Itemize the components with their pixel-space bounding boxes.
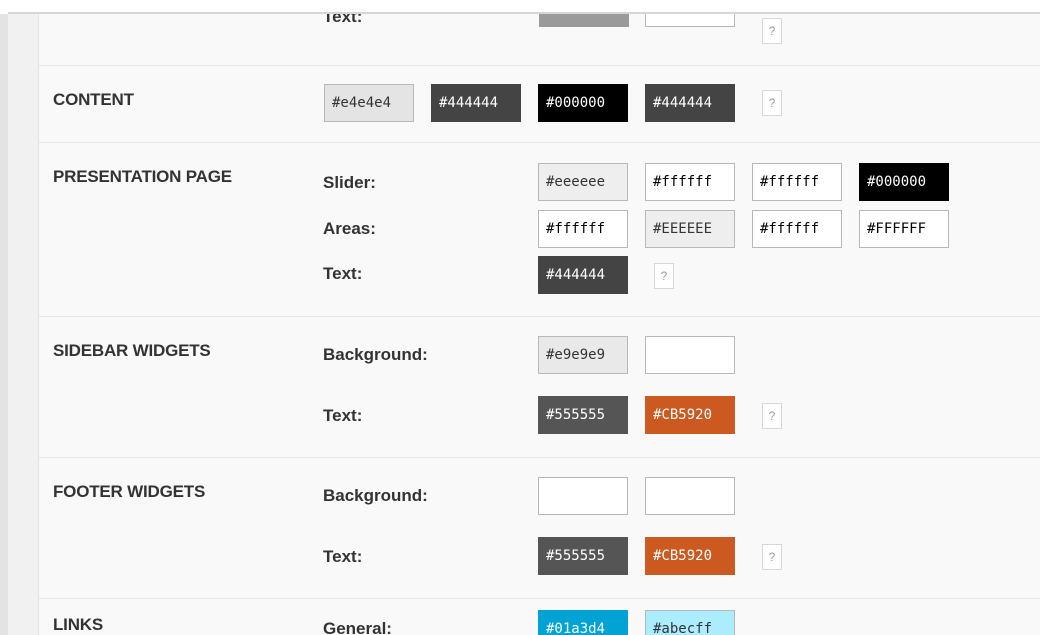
help-icon[interactable]: ? <box>762 18 782 44</box>
links-label: LINKS <box>53 615 104 634</box>
links-general-color-1[interactable]: #01a3d4 <box>538 610 628 635</box>
partial-text-color-2[interactable]: #ffffff <box>645 14 735 27</box>
links-general-color-2[interactable]: #abecff <box>645 610 735 635</box>
content-color-2[interactable]: #444444 <box>431 84 521 122</box>
sidebar-background-color-1[interactable]: #e9e9e9 <box>538 336 628 374</box>
right-frame-margin <box>1040 14 1052 635</box>
slider-color-4[interactable]: #000000 <box>859 163 949 201</box>
left-frame-border <box>0 14 8 635</box>
section-sidebar-widgets: SIDEBAR WIDGETS Background: #e9e9e9 Text… <box>39 316 1040 458</box>
areas-color-4[interactable]: #FFFFFF <box>859 210 949 248</box>
section-content: CONTENT #e4e4e4 #444444 #000000 #444444 … <box>39 65 1040 143</box>
section-footer-widgets: FOOTER WIDGETS Background: Text: #555555… <box>39 457 1040 599</box>
help-icon[interactable]: ? <box>654 263 674 289</box>
content-label: CONTENT <box>53 90 134 109</box>
areas-color-3[interactable]: #ffffff <box>752 210 842 248</box>
help-icon[interactable]: ? <box>762 90 782 116</box>
sidebar-background-color-2[interactable] <box>645 336 735 374</box>
color-settings-panel: Text: #555555 #ffffff ? CONTENT #e4e4e4 … <box>8 14 1040 635</box>
content-color-1[interactable]: #e4e4e4 <box>324 84 414 122</box>
footer-background-label: Background: <box>323 486 428 505</box>
slider-label: Slider: <box>323 173 376 192</box>
sidebar-text-color-1[interactable]: #555555 <box>538 396 628 434</box>
areas-label: Areas: <box>323 219 376 238</box>
presentation-text-label: Text: <box>323 264 363 283</box>
footer-background-color-2[interactable] <box>645 477 735 515</box>
slider-color-1[interactable]: #eeeeee <box>538 163 628 201</box>
presentation-text-color-1[interactable]: #444444 <box>538 256 628 294</box>
help-icon[interactable]: ? <box>762 544 782 570</box>
section-partial-top: Text: #555555 #ffffff ? <box>39 14 1040 55</box>
footer-text-color-1[interactable]: #555555 <box>538 537 628 575</box>
areas-color-1[interactable]: #ffffff <box>538 210 628 248</box>
partial-text-label: Text: <box>323 14 363 26</box>
sidebar-text-color-2[interactable]: #CB5920 <box>645 396 735 434</box>
content-color-3[interactable]: #000000 <box>538 84 628 122</box>
partial-text-color-1[interactable]: #555555 <box>539 14 629 27</box>
color-settings-list: Text: #555555 #ffffff ? CONTENT #e4e4e4 … <box>38 14 1040 635</box>
presentation-page-label: PRESENTATION PAGE <box>53 167 232 186</box>
section-links: LINKS General: #01a3d4 #abecff <box>39 598 1040 635</box>
links-general-label: General: <box>323 619 392 635</box>
footer-widgets-label: FOOTER WIDGETS <box>53 482 206 501</box>
help-icon[interactable]: ? <box>762 403 782 429</box>
footer-text-label: Text: <box>323 547 363 566</box>
slider-color-2[interactable]: #ffffff <box>645 163 735 201</box>
section-presentation-page: PRESENTATION PAGE Slider: #eeeeee #fffff… <box>39 142 1040 317</box>
sidebar-text-label: Text: <box>323 406 363 425</box>
footer-background-color-1[interactable] <box>538 477 628 515</box>
sidebar-background-label: Background: <box>323 345 428 364</box>
areas-color-2[interactable]: #EEEEEE <box>645 210 735 248</box>
content-color-4[interactable]: #444444 <box>645 84 735 122</box>
slider-color-3[interactable]: #ffffff <box>752 163 842 201</box>
sidebar-widgets-label: SIDEBAR WIDGETS <box>53 341 211 360</box>
footer-text-color-2[interactable]: #CB5920 <box>645 537 735 575</box>
